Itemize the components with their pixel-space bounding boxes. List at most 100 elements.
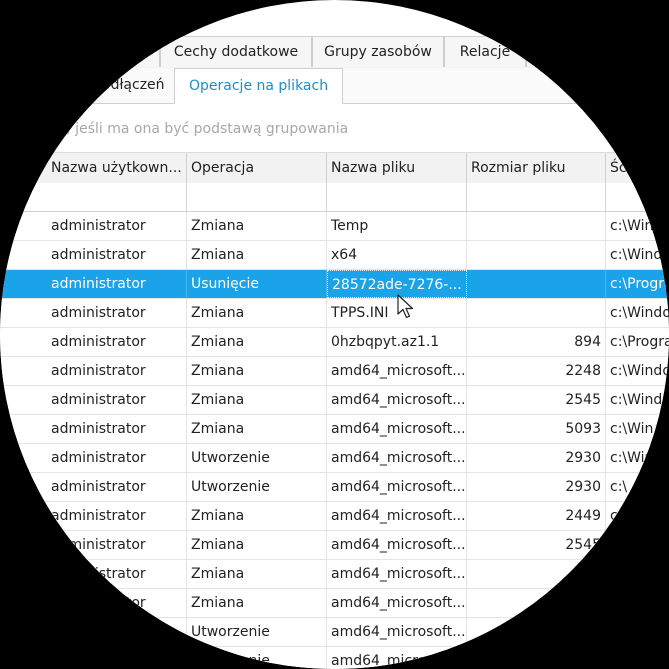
cell-path[interactable]: [606, 618, 669, 646]
cell-path[interactable]: [606, 647, 669, 669]
cell-operation[interactable]: Zmiana: [187, 357, 327, 385]
tab-cechy-dodatkowe[interactable]: Cechy dodatkowe: [160, 36, 312, 67]
cell-path[interactable]: c:\: [606, 502, 669, 530]
column-header-user[interactable]: Nazwa użytkown...: [47, 153, 187, 183]
cell-file-size[interactable]: [467, 647, 606, 669]
table-row[interactable]: administrator Zmiana amd64_microsoft...: [0, 589, 669, 618]
cell-path[interactable]: c:\Win: [606, 444, 669, 472]
cell-path[interactable]: [606, 531, 669, 559]
cell-path[interactable]: [606, 560, 669, 588]
cell-operation[interactable]: Usunięcie: [187, 270, 327, 298]
cell-file-name[interactable]: amd64_microsoft...: [327, 589, 467, 617]
cell-path[interactable]: c:\Win: [606, 212, 669, 240]
cell-file-size[interactable]: 2545: [467, 386, 606, 414]
cell-user[interactable]: administrator: [47, 560, 187, 588]
table-row[interactable]: administrator Utworzenie amd64_microsoft..…: [0, 473, 669, 502]
tab-relacje[interactable]: Relacje: [444, 36, 526, 67]
cell-path[interactable]: c:\Windo: [606, 299, 669, 327]
group-by-area[interactable]: y, jeśli ma ona być podstawą grupowania: [0, 104, 669, 152]
tab-grupy-zasobow[interactable]: Grupy zasobów: [312, 36, 444, 67]
table-row[interactable]: Utworzenie amd64_microsoft...: [0, 647, 669, 669]
cell-file-name[interactable]: amd64_microsoft...: [327, 531, 467, 559]
table-row[interactable]: administrator Zmiana amd64_microsoft... 254…: [0, 386, 669, 415]
cell-file-name[interactable]: amd64_microsoft...: [327, 473, 467, 501]
column-header-file-name[interactable]: Nazwa pliku: [327, 153, 467, 183]
cell-user[interactable]: administrator: [47, 212, 187, 240]
cell-path[interactable]: c:\: [606, 473, 669, 501]
cell-file-name[interactable]: amd64_microsoft...: [327, 357, 467, 385]
cell-file-size[interactable]: 2449: [467, 502, 606, 530]
cell-file-size[interactable]: [467, 212, 606, 240]
cell-file-name[interactable]: amd64_microsoft...: [327, 415, 467, 443]
cell-operation[interactable]: Utworzenie: [187, 444, 327, 472]
table-row[interactable]: Utworzenie amd64_microsoft...: [0, 618, 669, 647]
cell-user[interactable]: administrator: [47, 328, 187, 356]
cell-user[interactable]: administrator: [47, 386, 187, 414]
table-row[interactable]: administrator Zmiana amd64_microsoft... 254…: [0, 531, 669, 560]
cell-path[interactable]: c:\Progra: [606, 328, 669, 356]
cell-file-size[interactable]: [467, 618, 606, 646]
cell-user[interactable]: administrator: [47, 270, 187, 298]
cell-path[interactable]: [606, 589, 669, 617]
cell-user[interactable]: administrator: [47, 502, 187, 530]
cell-operation[interactable]: Zmiana: [187, 502, 327, 530]
cell-file-size[interactable]: [467, 270, 606, 298]
table-row[interactable]: administrator Usunięcie 28572ade-7276-... c…: [0, 270, 669, 299]
cell-user[interactable]: administrator: [47, 589, 187, 617]
cell-operation[interactable]: Utworzenie: [187, 618, 327, 646]
cell-file-size[interactable]: 2248: [467, 357, 606, 385]
cell-file-name[interactable]: amd64_microsoft...: [327, 386, 467, 414]
table-row[interactable]: administrator Utworzenie amd64_microsoft..…: [0, 444, 669, 473]
cell-user[interactable]: administrator: [47, 444, 187, 472]
tab-previous[interactable]: [0, 36, 160, 67]
cell-file-size[interactable]: [467, 299, 606, 327]
cell-file-name[interactable]: amd64_microsoft...: [327, 560, 467, 588]
cell-file-name[interactable]: amd64_microsoft...: [327, 444, 467, 472]
table-row[interactable]: administrator Zmiana Temp c:\Win: [0, 212, 669, 241]
cell-file-size[interactable]: 2545: [467, 531, 606, 559]
table-row[interactable]: administrator Zmiana amd64_microsoft... 244…: [0, 502, 669, 531]
cell-file-size[interactable]: [467, 589, 606, 617]
cell-operation[interactable]: Zmiana: [187, 531, 327, 559]
column-header-path[interactable]: Śc: [606, 153, 669, 183]
cell-path[interactable]: c:\Windo: [606, 386, 669, 414]
cell-operation[interactable]: Zmiana: [187, 328, 327, 356]
cell-path[interactable]: c:\Windo: [606, 357, 669, 385]
cell-file-name[interactable]: amd64_microsoft...: [327, 618, 467, 646]
table-row[interactable]: administrator Zmiana amd64_microsoft... 224…: [0, 357, 669, 386]
cell-operation[interactable]: Zmiana: [187, 386, 327, 414]
cell-file-size[interactable]: 2930: [467, 473, 606, 501]
filter-path[interactable]: [606, 183, 669, 211]
cell-operation[interactable]: Zmiana: [187, 415, 327, 443]
cell-file-size[interactable]: [467, 241, 606, 269]
cell-path[interactable]: c:\Win: [606, 415, 669, 443]
cell-user[interactable]: administrator: [47, 241, 187, 269]
tab-operacje-na-plikach[interactable]: Operacje na plikach: [174, 68, 344, 104]
filter-user[interactable]: [47, 183, 187, 211]
cell-operation[interactable]: Zmiana: [187, 589, 327, 617]
cell-user[interactable]: administrator: [47, 357, 187, 385]
cell-file-size[interactable]: 2930: [467, 444, 606, 472]
table-row[interactable]: administrator Zmiana x64 c:\Windo: [0, 241, 669, 270]
cell-path[interactable]: c:\Progra: [606, 270, 669, 298]
cell-file-name[interactable]: Temp: [327, 212, 467, 240]
table-row[interactable]: administrator Zmiana TPPS.INI c:\Windo: [0, 299, 669, 328]
cell-file-name[interactable]: amd64_microsoft...: [327, 647, 467, 669]
cell-user[interactable]: administrator: [47, 531, 187, 559]
cell-file-name[interactable]: x64: [327, 241, 467, 269]
table-row[interactable]: administrator Zmiana amd64_microsoft... 166: [0, 560, 669, 589]
cell-operation[interactable]: Utworzenie: [187, 647, 327, 669]
cell-operation[interactable]: Zmiana: [187, 241, 327, 269]
filter-file-size[interactable]: [467, 183, 606, 211]
cell-file-name[interactable]: 0hzbqpyt.az1.1: [327, 328, 467, 356]
cell-file-size[interactable]: 5093: [467, 415, 606, 443]
cell-user[interactable]: administrator: [47, 299, 187, 327]
column-header-file-size[interactable]: Rozmiar pliku: [467, 153, 606, 183]
filter-operation[interactable]: [187, 183, 327, 211]
cell-user[interactable]: administrator: [47, 473, 187, 501]
cell-operation[interactable]: Zmiana: [187, 560, 327, 588]
cell-file-name[interactable]: amd64_microsoft...: [327, 502, 467, 530]
cell-operation[interactable]: Zmiana: [187, 299, 327, 327]
cell-operation[interactable]: Utworzenie: [187, 473, 327, 501]
cell-user[interactable]: [47, 647, 187, 669]
